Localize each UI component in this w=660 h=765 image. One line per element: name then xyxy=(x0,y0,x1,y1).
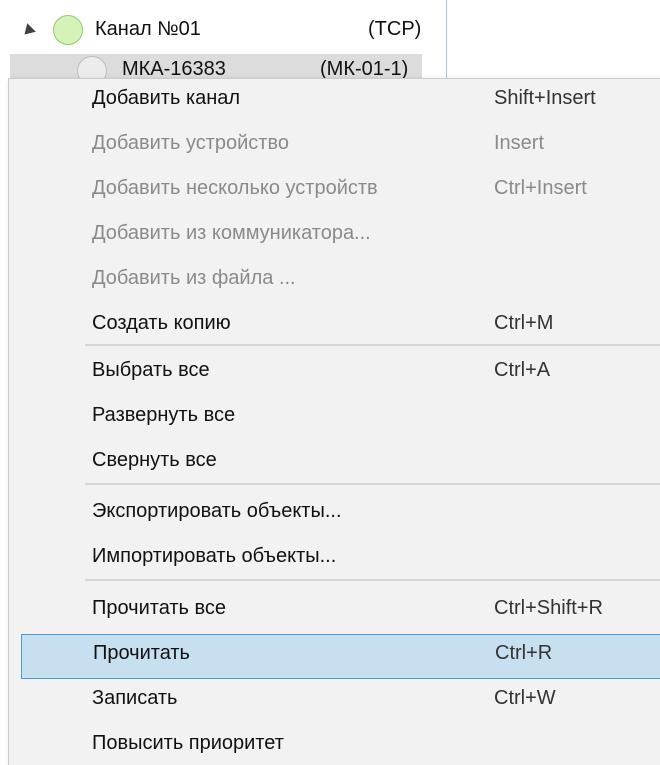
menu-item-collapse-all[interactable]: Свернуть все xyxy=(9,441,660,486)
pane-divider xyxy=(446,0,447,80)
menu-item-expand-all[interactable]: Развернуть все xyxy=(9,396,660,441)
menu-separator xyxy=(85,344,660,346)
expand-arrow-icon[interactable] xyxy=(20,23,36,39)
menu-item-create-copy[interactable]: Создать копию Ctrl+M xyxy=(9,304,660,349)
menu-separator xyxy=(85,483,660,485)
menu-item-label: Свернуть все xyxy=(92,449,217,471)
menu-item-label: Добавить несколько устройств xyxy=(92,177,378,199)
menu-item-read-all[interactable]: Прочитать все Ctrl+Shift+R xyxy=(9,589,660,634)
menu-item-label: Добавить из файла ... xyxy=(92,267,296,289)
menu-item-label: Выбрать все xyxy=(92,359,210,381)
menu-item-label: Прочитать xyxy=(93,642,190,664)
menu-item-label: Записать xyxy=(92,687,178,709)
menu-item-add-channel[interactable]: Добавить канал Shift+Insert xyxy=(9,79,660,124)
menu-item-shortcut: Shift+Insert xyxy=(494,87,596,109)
menu-item-add-from-file[interactable]: Добавить из файла ... xyxy=(9,259,660,304)
menu-item-label: Добавить устройство xyxy=(92,132,289,154)
menu-item-shortcut: Ctrl+Shift+R xyxy=(494,597,603,619)
menu-item-shortcut: Insert xyxy=(494,132,545,154)
channel-name: Канал №01 xyxy=(95,18,201,40)
menu-item-label: Импортировать объекты... xyxy=(92,545,337,567)
menu-item-label: Прочитать все xyxy=(92,597,227,619)
menu-item-label: Создать копию xyxy=(92,312,231,334)
app-window: Канал №01 (TCP) МКА-16383 (МК-01-1) Доба… xyxy=(0,0,660,765)
channel-protocol: (TCP) xyxy=(368,18,422,40)
menu-item-import-objects[interactable]: Импортировать объекты... xyxy=(9,537,660,582)
menu-item-label: Добавить из коммуникатора... xyxy=(92,222,371,244)
menu-item-label: Экспортировать объекты... xyxy=(92,500,342,522)
menu-item-select-all[interactable]: Выбрать все Ctrl+A xyxy=(9,351,660,396)
menu-item-shortcut: Ctrl+W xyxy=(494,687,556,709)
menu-item-write[interactable]: Записать Ctrl+W xyxy=(9,679,660,724)
tree-row-channel[interactable]: Канал №01 (TCP) xyxy=(0,14,430,50)
menu-separator xyxy=(85,579,660,581)
menu-item-export-objects[interactable]: Экспортировать объекты... xyxy=(9,492,660,537)
menu-item-label: Добавить канал xyxy=(92,87,241,109)
menu-item-read[interactable]: Прочитать Ctrl+R xyxy=(21,634,660,679)
menu-item-label: Развернуть все xyxy=(92,404,236,426)
menu-item-shortcut: Ctrl+R xyxy=(495,642,553,664)
context-menu: Добавить канал Shift+Insert Добавить уст… xyxy=(8,78,660,765)
menu-item-shortcut: Ctrl+M xyxy=(494,312,554,334)
menu-item-raise-priority[interactable]: Повысить приоритет xyxy=(9,724,660,765)
menu-item-label: Повысить приоритет xyxy=(92,732,284,754)
menu-item-add-multiple-devices[interactable]: Добавить несколько устройств Ctrl+Insert xyxy=(9,169,660,214)
menu-item-add-from-communicator[interactable]: Добавить из коммуникатора... xyxy=(9,214,660,259)
menu-item-add-device[interactable]: Добавить устройство Insert xyxy=(9,124,660,169)
menu-item-shortcut: Ctrl+Insert xyxy=(494,177,587,199)
status-circle-icon xyxy=(53,15,83,45)
menu-item-shortcut: Ctrl+A xyxy=(494,359,551,381)
